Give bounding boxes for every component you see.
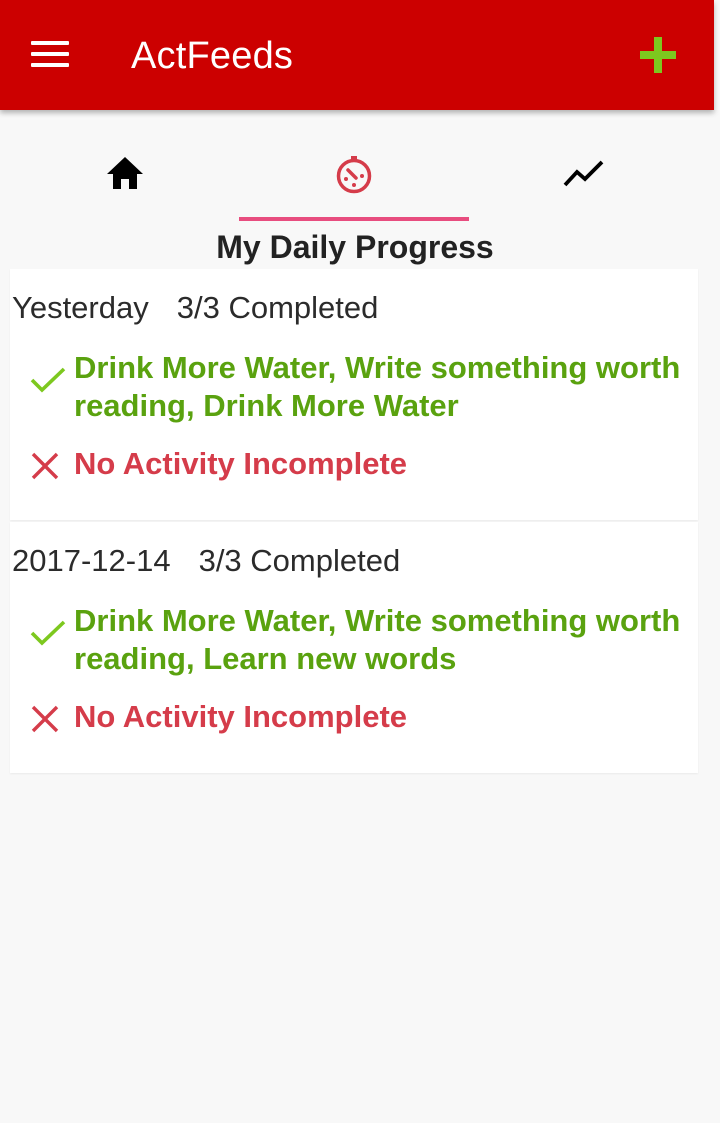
plus-icon — [640, 37, 676, 73]
app-title: ActFeeds — [131, 35, 294, 77]
cross-icon — [31, 705, 59, 733]
trending-line-icon — [563, 160, 604, 187]
card-header: 2017-12-14 3/3 Completed — [12, 542, 400, 580]
completion-summary: 3/3 Completed — [198, 543, 401, 578]
add-activity-button[interactable] — [640, 37, 676, 73]
tab-home[interactable] — [10, 130, 239, 225]
entry-date: 2017-12-14 — [12, 543, 171, 578]
entry-date: Yesterday — [12, 290, 149, 325]
incomplete-activities-text: No Activity Incomplete — [74, 446, 408, 481]
tab-bar — [10, 130, 698, 225]
home-icon — [107, 157, 143, 189]
selected-tab-indicator — [239, 217, 469, 221]
check-icon — [30, 620, 66, 646]
tab-trends[interactable] — [468, 130, 697, 225]
completed-activities-text: Drink More Water, Write something worth … — [74, 350, 681, 423]
timer-progress-icon — [336, 156, 372, 194]
app-toolbar: ActFeeds — [0, 0, 714, 110]
completion-summary: 3/3 Completed — [176, 290, 379, 325]
menu-bar-middle — [31, 52, 69, 56]
progress-card: 2017-12-14 3/3 Completed Drink More Water… — [10, 522, 698, 773]
progress-card: Yesterday 3/3 Completed Drink More Water,… — [10, 269, 698, 520]
incomplete-activities-text: No Activity Incomplete — [74, 699, 408, 734]
app-screen: ActFeeds My Daily Progress Yesterday 3/3… — [0, 0, 720, 1123]
hamburger-menu-icon[interactable] — [31, 41, 69, 67]
cross-icon — [31, 452, 59, 480]
tab-progress[interactable] — [239, 130, 468, 225]
completed-activities-text: Drink More Water, Write something worth … — [74, 603, 681, 676]
menu-bar-top — [31, 41, 69, 45]
check-icon — [30, 367, 66, 393]
page-title: My Daily Progress — [216, 229, 494, 265]
menu-bar-bottom — [31, 63, 69, 67]
card-header: Yesterday 3/3 Completed — [12, 289, 378, 327]
